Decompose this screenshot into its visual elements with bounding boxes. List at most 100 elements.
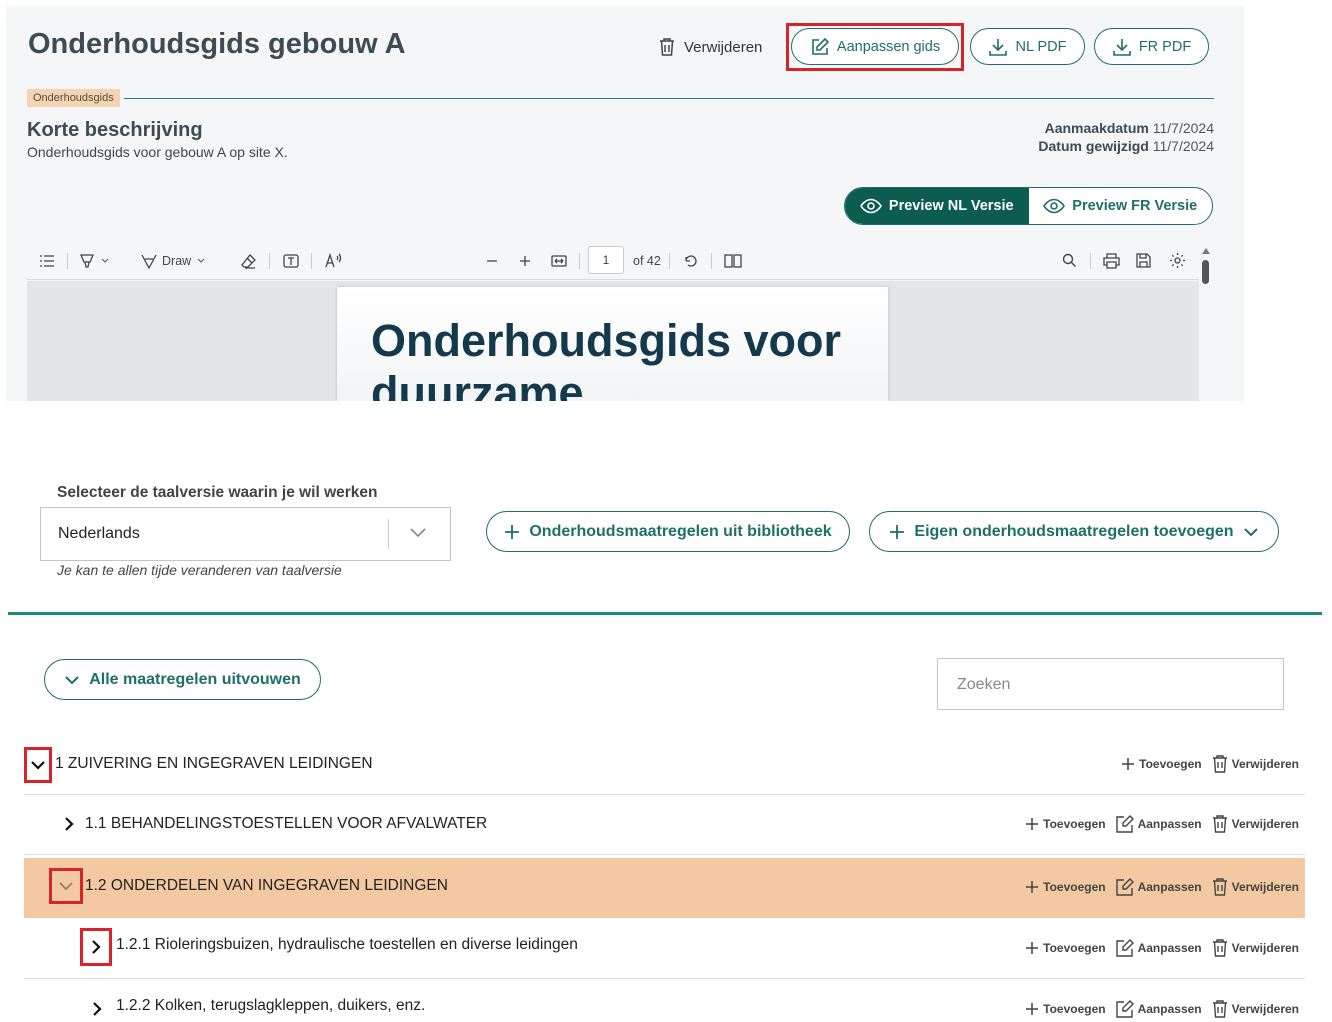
row-actions: Toevoegen Aanpassen Verwijderen xyxy=(1025,1000,1299,1018)
pdf-page: Onderhoudsgids voor duurzame xyxy=(337,287,888,401)
trash-icon xyxy=(660,38,674,56)
expand-toggle[interactable] xyxy=(80,928,112,966)
tree-row-label: 1.2.2 Kolken, terugslagkleppen, duikers,… xyxy=(116,997,426,1014)
edit-label: Aanpassen xyxy=(1137,817,1202,831)
divider xyxy=(8,612,1322,615)
eraser-icon[interactable] xyxy=(241,253,257,269)
search-icon[interactable] xyxy=(1062,253,1077,268)
pen-icon xyxy=(141,254,157,269)
separator xyxy=(579,253,580,269)
search-input[interactable]: Zoeken xyxy=(937,658,1284,710)
language-help-text: Je kan te allen tijde veranderen van taa… xyxy=(57,562,342,578)
add-button[interactable]: Toevoegen xyxy=(1025,941,1106,955)
edit-button[interactable]: Aanpassen xyxy=(1115,1000,1202,1018)
gear-icon[interactable] xyxy=(1169,252,1186,269)
expand-toggle[interactable] xyxy=(86,998,108,1020)
collapse-toggle[interactable] xyxy=(24,747,52,783)
tree-row[interactable]: 1 ZUIVERING EN INGEGRAVEN LEIDINGEN Toev… xyxy=(24,735,1305,795)
description-title: Korte beschrijving xyxy=(27,119,203,141)
scrollbar-thumb[interactable] xyxy=(1202,260,1209,284)
fit-width-icon[interactable] xyxy=(551,254,567,268)
edit-button[interactable]: Aanpassen xyxy=(1115,815,1202,833)
delete-label: Verwijderen xyxy=(1231,757,1299,771)
zoom-in-icon[interactable] xyxy=(519,255,531,267)
add-button[interactable]: Toevoegen xyxy=(1025,880,1106,894)
download-icon xyxy=(989,38,1008,56)
add-button[interactable]: Toevoegen xyxy=(1025,1002,1106,1016)
edit-label: Aanpassen xyxy=(1137,880,1202,894)
row-actions: Toevoegen Aanpassen Verwijderen xyxy=(1025,939,1299,957)
delete-label: Verwijderen xyxy=(1231,880,1299,894)
delete-button[interactable]: Verwijderen xyxy=(1212,878,1299,896)
tree-row-label: 1.2.1 Rioleringsbuizen, hydraulische toe… xyxy=(116,936,578,953)
read-aloud-icon[interactable] xyxy=(325,252,343,269)
draw-label: Draw xyxy=(162,253,192,268)
expand-all-button[interactable]: Alle maatregelen uitvouwen xyxy=(44,659,321,700)
trash-icon xyxy=(1212,815,1227,833)
delete-guide-label: Verwijderen xyxy=(684,38,763,56)
scroll-up-arrow[interactable] xyxy=(1202,248,1210,254)
draw-tool[interactable]: Draw xyxy=(141,253,206,269)
save-icon[interactable] xyxy=(1136,253,1151,268)
chevron-right-icon xyxy=(93,1002,102,1016)
separator xyxy=(1090,253,1091,269)
own-measures-button[interactable]: Eigen onderhoudsmaatregelen toevoegen xyxy=(869,511,1279,552)
edit-button[interactable]: Aanpassen xyxy=(1115,939,1202,957)
trash-icon xyxy=(1212,878,1227,896)
plus-icon xyxy=(1026,818,1039,830)
preview-fr-label: Preview FR Versie xyxy=(1072,198,1198,214)
delete-button[interactable]: Verwijderen xyxy=(1212,939,1299,957)
page-number-input[interactable]: 1 xyxy=(588,246,624,274)
eye-icon xyxy=(859,198,882,214)
tree-row[interactable]: 1.2.1 Rioleringsbuizen, hydraulische toe… xyxy=(24,919,1305,979)
preview-fr-button[interactable]: Preview FR Versie xyxy=(1029,188,1213,224)
delete-button[interactable]: Verwijderen xyxy=(1212,755,1299,773)
trash-icon xyxy=(1212,939,1227,957)
page-view-icon[interactable] xyxy=(724,253,742,268)
pdf-page-title: Onderhoudsgids voor duurzame xyxy=(371,315,842,401)
collapse-toggle[interactable] xyxy=(49,868,83,904)
separator xyxy=(67,253,68,269)
row-actions: Toevoegen Aanpassen Verwijderen xyxy=(1025,815,1299,833)
zoom-out-icon[interactable] xyxy=(486,255,498,267)
pdf-document-area[interactable]: Onderhoudsgids voor duurzame xyxy=(27,281,1199,401)
download-icon xyxy=(1113,38,1131,56)
language-select[interactable]: Nederlands xyxy=(40,507,451,561)
add-button[interactable]: Toevoegen xyxy=(1025,817,1106,831)
highlight-tool[interactable] xyxy=(79,253,110,269)
library-measures-button[interactable]: Onderhoudsmaatregelen uit bibliotheek xyxy=(486,511,850,552)
delete-label: Verwijderen xyxy=(1231,817,1299,831)
separator xyxy=(711,253,712,269)
tree-row[interactable]: 1.2.2 Kolken, terugslagkleppen, duikers,… xyxy=(24,980,1305,1022)
nl-pdf-button[interactable]: NL PDF xyxy=(970,28,1085,65)
maintenance-editor-panel: Selecteer de taalversie waarin je wil we… xyxy=(8,444,1322,1022)
delete-label: Verwijderen xyxy=(1231,1002,1299,1016)
edit-guide-button[interactable]: Aanpassen gids xyxy=(791,28,959,65)
description-text: Onderhoudsgids voor gebouw A op site X. xyxy=(27,144,288,160)
plus-icon xyxy=(1122,758,1135,770)
delete-button[interactable]: Verwijderen xyxy=(1212,1000,1299,1018)
delete-button[interactable]: Verwijderen xyxy=(1212,815,1299,833)
trash-icon xyxy=(1212,1000,1227,1018)
tree-row-label: 1 ZUIVERING EN INGEGRAVEN LEIDINGEN xyxy=(55,755,373,772)
text-box-icon[interactable] xyxy=(283,253,299,269)
edit-button[interactable]: Aanpassen xyxy=(1115,878,1202,896)
expand-toggle[interactable] xyxy=(58,813,80,835)
add-button[interactable]: Toevoegen xyxy=(1121,757,1202,771)
preview-nl-label: Preview NL Versie xyxy=(888,198,1014,214)
outline-icon[interactable] xyxy=(39,254,55,268)
edit-icon xyxy=(812,37,830,55)
edit-icon xyxy=(1115,939,1134,957)
fr-pdf-button[interactable]: FR PDF xyxy=(1094,28,1209,65)
delete-guide-button[interactable]: Verwijderen xyxy=(658,37,762,57)
plus-icon xyxy=(1026,942,1039,954)
add-label: Toevoegen xyxy=(1043,1002,1106,1016)
edit-label: Aanpassen xyxy=(1137,1002,1202,1016)
page-title: Onderhoudsgids gebouw A xyxy=(28,28,406,60)
preview-nl-button[interactable]: Preview NL Versie xyxy=(845,188,1029,224)
rotate-icon[interactable] xyxy=(683,253,699,269)
modified-value: 11/7/2024 xyxy=(1152,138,1214,154)
print-icon[interactable] xyxy=(1103,252,1120,269)
tree-row-selected[interactable]: 1.2 ONDERDELEN VAN INGEGRAVEN LEIDINGEN … xyxy=(24,858,1305,918)
tree-row[interactable]: 1.1 BEHANDELINGSTOESTELLEN VOOR AFVALWAT… xyxy=(24,795,1305,855)
